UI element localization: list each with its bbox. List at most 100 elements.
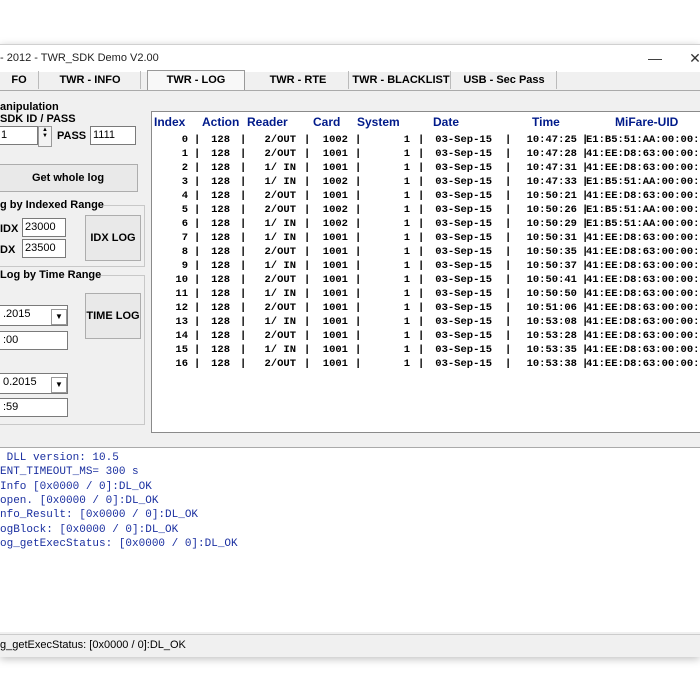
table-cell: 6 [181, 218, 188, 230]
indexed-range-title: g by Indexed Range [0, 199, 104, 211]
table-cell: 41:EE:D8:63:00:00: [586, 162, 700, 174]
column-separator: | [418, 134, 425, 146]
table-row[interactable]: 11 128 1/ IN 1001 1 03-Sep-15 10:50:50 41:EE:D8… [152, 287, 700, 301]
table-cell: 10:50:29 [526, 218, 577, 230]
log-table[interactable]: Index Action Reader Card System Date Tim… [151, 111, 700, 433]
tab-usb-sec-pass[interactable]: USB - Sec Pass [452, 71, 557, 89]
column-separator: | [194, 344, 201, 356]
table-cell: 2/OUT [264, 302, 296, 314]
table-cell: 1 [181, 148, 188, 160]
console-line: open. [0x0000 / 0]:DL_OK [0, 494, 159, 507]
date-to-value: 0.2015 [3, 376, 37, 388]
table-row[interactable]: 1 128 2/OUT 1001 1 03-Sep-15 10:47:28 41:EE:D8:… [152, 147, 700, 161]
table-cell: 1001 [322, 260, 348, 272]
idx-from-label: IDX [0, 223, 19, 235]
column-separator: | [418, 246, 425, 258]
table-cell: 13 [175, 316, 188, 328]
column-separator: | [505, 162, 512, 174]
minimize-button[interactable]: — [640, 45, 670, 72]
column-separator: | [194, 260, 201, 272]
table-row[interactable]: 14 128 2/OUT 1001 1 03-Sep-15 10:53:28 41:EE:D8… [152, 329, 700, 343]
table-cell: 9 [181, 260, 188, 272]
table-cell: 1001 [322, 288, 348, 300]
table-cell: 10:47:33 [526, 176, 577, 188]
table-row[interactable]: 5 128 2/OUT 1002 1 03-Sep-15 10:50:26 E1:B5:51:… [152, 203, 700, 217]
table-cell: 1 [403, 344, 410, 356]
pass-field[interactable]: 1111 [90, 126, 136, 145]
table-cell: 03-Sep-15 [435, 148, 492, 160]
column-separator: | [582, 232, 589, 244]
column-separator: | [418, 302, 425, 314]
table-row[interactable]: 16 128 2/OUT 1001 1 03-Sep-15 10:53:38 41:EE:D8… [152, 357, 700, 371]
table-cell: 10:51:06 [526, 302, 577, 314]
sdk-id-field[interactable]: 1 [0, 126, 38, 145]
sdk-id-stepper[interactable]: ▲ ▼ [38, 126, 52, 147]
column-header-date: Date [433, 115, 460, 129]
date-from-dropdown[interactable]: .2015 ▼ [0, 305, 68, 326]
table-row[interactable]: 8 128 2/OUT 1001 1 03-Sep-15 10:50:35 41:EE:D8:… [152, 245, 700, 259]
column-separator: | [355, 218, 362, 230]
tab-info[interactable]: FO [0, 71, 39, 89]
column-separator: | [240, 302, 247, 314]
table-cell: 128 [211, 330, 230, 342]
table-row[interactable]: 10 128 2/OUT 1001 1 03-Sep-15 10:50:41 41:EE:D8… [152, 273, 700, 287]
tab-twr-blacklist[interactable]: TWR - BLACKLIST [352, 71, 451, 89]
idx-from-field[interactable]: 23000 [22, 218, 66, 237]
table-cell: 1 [403, 288, 410, 300]
table-row[interactable]: 4 128 2/OUT 1001 1 03-Sep-15 10:50:21 41:EE:D8:… [152, 189, 700, 203]
tab-twr-info[interactable]: TWR - INFO [40, 71, 141, 89]
column-separator: | [194, 274, 201, 286]
column-separator: | [505, 358, 512, 370]
time-to-field[interactable]: :59 [0, 398, 68, 417]
time-log-button[interactable]: TIME LOG [85, 293, 141, 339]
table-cell: 1 [403, 134, 410, 146]
table-cell: 10 [175, 274, 188, 286]
time-from-field[interactable]: :00 [0, 331, 68, 350]
idx-log-button[interactable]: IDX LOG [85, 215, 141, 261]
column-separator: | [355, 246, 362, 258]
table-row[interactable]: 13 128 1/ IN 1001 1 03-Sep-15 10:53:08 41:EE:D8… [152, 315, 700, 329]
column-header-action: Action [202, 115, 240, 129]
tab-twr-log[interactable]: TWR - LOG [147, 70, 245, 91]
column-separator: | [505, 316, 512, 328]
table-cell: 2/OUT [264, 190, 296, 202]
table-row[interactable]: 6 128 1/ IN 1002 1 03-Sep-15 10:50:29 E1:B5:51:… [152, 217, 700, 231]
idx-to-field[interactable]: 23500 [22, 239, 66, 258]
table-cell: 7 [181, 232, 188, 244]
column-separator: | [240, 260, 247, 272]
table-cell: 41:EE:D8:63:00:00: [586, 358, 700, 370]
table-cell: 2/OUT [264, 204, 296, 216]
table-cell: 1001 [322, 246, 348, 258]
table-cell: 1 [403, 358, 410, 370]
column-separator: | [355, 134, 362, 146]
table-row[interactable]: 15 128 1/ IN 1001 1 03-Sep-15 10:53:35 41:EE:D8… [152, 343, 700, 357]
table-row[interactable]: 7 128 1/ IN 1001 1 03-Sep-15 10:50:31 41:EE:D8:… [152, 231, 700, 245]
column-separator: | [355, 176, 362, 188]
table-row[interactable]: 2 128 1/ IN 1001 1 03-Sep-15 10:47:31 41:EE:D8:… [152, 161, 700, 175]
table-row[interactable]: 0 128 2/OUT 1002 1 03-Sep-15 10:47:25 E1:B5:51:… [152, 133, 700, 147]
tab-twr-rte[interactable]: TWR - RTE [248, 71, 349, 89]
table-cell: 1002 [322, 218, 348, 230]
close-button[interactable]: ✕ [680, 45, 700, 72]
table-cell: 1 [403, 232, 410, 244]
column-separator: | [582, 176, 589, 188]
date-from-value: .2015 [3, 308, 31, 320]
table-row[interactable]: 12 128 2/OUT 1001 1 03-Sep-15 10:51:06 41:EE:D8… [152, 301, 700, 315]
column-separator: | [418, 232, 425, 244]
column-header-reader: Reader [247, 115, 288, 129]
status-text: g_getExecStatus: [0x0000 / 0]:DL_OK [0, 639, 186, 651]
date-to-dropdown[interactable]: 0.2015 ▼ [0, 373, 68, 394]
table-cell: E1:B5:51:AA:00:00: [586, 204, 700, 216]
table-row[interactable]: 3 128 1/ IN 1002 1 03-Sep-15 10:47:33 E1:B5:51:… [152, 175, 700, 189]
table-cell: 1001 [322, 162, 348, 174]
table-cell: 10:53:38 [526, 358, 577, 370]
console-output[interactable]: DLL version: 10.5 ENT_TIMEOUT_MS= 300 s In… [0, 447, 700, 632]
table-cell: 03-Sep-15 [435, 134, 492, 146]
get-whole-log-button[interactable]: Get whole log [0, 164, 138, 192]
table-cell: 128 [211, 274, 230, 286]
column-separator: | [355, 260, 362, 272]
table-row[interactable]: 9 128 1/ IN 1001 1 03-Sep-15 10:50:37 41:EE:D8:… [152, 259, 700, 273]
table-cell: 2/OUT [264, 148, 296, 160]
column-header-system: System [357, 115, 400, 129]
column-separator: | [505, 148, 512, 160]
